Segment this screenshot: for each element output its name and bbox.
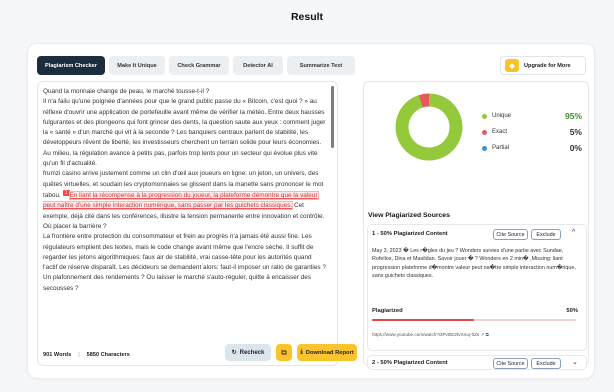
word-count: 901 Words [43,352,72,358]
tab-make-it-unique[interactable]: Make It Unique [109,56,165,75]
source-url[interactable]: https://www.youtube.com/watch?i3PvItlDzt… [372,332,479,337]
plagiarized-progress-bar [372,319,576,321]
legend-partial: Partial 0% [482,140,582,156]
refresh-icon: ↻ [231,350,237,356]
legend-label: Exact [492,129,508,135]
editor-text-after: Cet exemple, déjà cité dans les conféren… [43,202,326,292]
page: Result Plagiarism Checker Make It Unique… [0,0,614,392]
source-header: 1 - 50% Plagiarized Content [372,231,448,237]
copy-button[interactable]: ⧉ [276,344,292,361]
legend-label: Partial [492,145,510,151]
tool-tabs: Plagiarism Checker Make It Unique Check … [37,56,355,75]
legend-value: 0% [569,143,582,153]
chart-legend: Unique 95% Exact 5% Partial 0% [482,108,582,156]
legend-unique: Unique 95% [482,108,582,124]
recheck-label: Recheck [239,349,265,356]
legend-label: Unique [492,113,512,119]
editor-scrollbar[interactable] [331,86,334,148]
legend-exact: Exact 5% [482,124,582,140]
upgrade-label: Upgrade for More [524,62,571,69]
source-card-1: 1 - 50% Plagiarized Content Cite Source … [367,224,587,351]
exclude-button[interactable]: Exclude [531,229,561,240]
chevron-down-icon[interactable]: ⌄ [572,358,578,366]
exclude-button[interactable]: Exclude [531,358,561,369]
legend-value: 5% [569,127,582,137]
editor-text-before: Quand la monnaie change de peau, le marc… [43,88,326,200]
legend-value: 95% [564,111,582,121]
source-header: 2 - 50% Plagiarized Content [372,360,448,366]
text-stats: 901 Words | 5850 Characters [43,352,130,358]
result-card: Plagiarism Checker Make It Unique Check … [27,43,595,379]
source-snippet: May 3, 2023 � Les r�gles du jeu ? Wonder… [372,248,576,279]
stats-divider: | [78,352,80,358]
plagiarized-percent: 50% [566,308,578,314]
upgrade-button[interactable]: ◆ Upgrade for More [500,56,586,75]
diamond-icon: ◆ [505,59,519,72]
copy-link-icon[interactable]: ⧉ [486,332,489,337]
plagiarized-progress-fill [372,319,474,321]
copy-icon: ⧉ [281,347,287,357]
plagiarism-donut-chart [395,93,463,161]
download-report-button[interactable]: ⤓ Download Report [297,344,357,361]
character-count: 5850 Characters [86,352,130,358]
source-url-row: https://www.youtube.com/watch?i3PvItlDzt… [372,332,489,338]
download-label: Download Report [305,349,354,356]
source-card-2[interactable]: 2 - 50% Plagiarized Content Cite Source … [367,355,587,370]
donut-slice-unique [395,93,463,161]
plagiarized-highlight[interactable]: En liant la récompense à la progression … [43,191,319,211]
donut-slice-exact [418,93,430,108]
exact-dot-icon [482,129,487,135]
text-editor[interactable]: Quand la monnaie change de peau, le marc… [37,81,357,366]
tab-plagiarism-checker[interactable]: Plagiarism Checker [37,56,105,75]
chevron-up-icon[interactable]: ^ [572,229,575,236]
plagiarized-label: Plagiarized [372,308,403,314]
cite-source-button[interactable]: Cite Source [493,358,528,369]
plagiarism-marker[interactable]: 1 [62,189,70,196]
tab-summarize-text[interactable]: Summarize Text [287,56,355,75]
tab-check-grammar[interactable]: Check Grammar [169,56,229,75]
external-link-icon[interactable]: ↗ [481,332,485,337]
sources-heading: View Plagiarized Sources [368,212,450,219]
tab-detector-ai[interactable]: Detector AI [233,56,283,75]
editor-content[interactable]: Quand la monnaie change de peau, le marc… [43,87,327,338]
recheck-button[interactable]: ↻ Recheck [225,344,271,361]
unique-dot-icon [482,113,487,119]
download-icon: ⤓ [300,349,303,355]
partial-dot-icon [482,145,487,151]
page-title: Result [290,11,324,23]
cite-source-button[interactable]: Cite Source [493,229,528,240]
results-panel: Unique 95% Exact 5% Partial 0% View Plag… [363,81,589,370]
